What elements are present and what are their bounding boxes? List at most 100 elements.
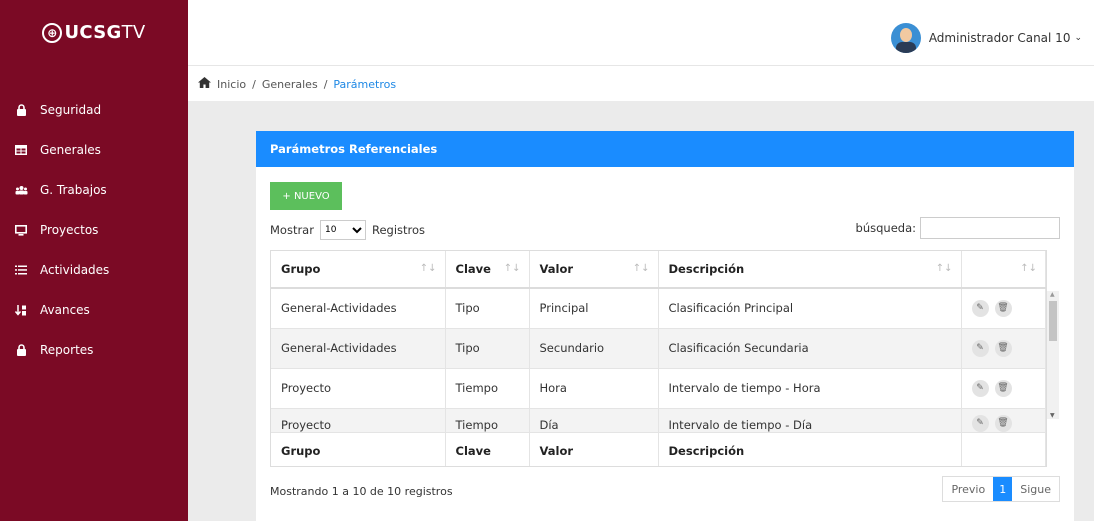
sidebar-item-label: Seguridad [40,103,102,117]
sidebar-item-reportes[interactable]: Reportes [0,330,188,370]
cell-valor: Hora [529,368,659,409]
edit-icon[interactable]: ✎ [971,299,989,317]
cell-valor: Principal [529,288,659,329]
footer-header-actions [961,431,1046,466]
scroll-up-icon[interactable]: ▲ [1050,291,1055,298]
table-row: General-Actividades Tipo Secundario Clas… [271,328,1046,369]
new-button[interactable]: + NUEVO [270,182,342,210]
edit-icon[interactable]: ✎ [971,379,989,397]
trash-icon[interactable]: 🗑 [994,299,1012,317]
breadcrumb-section[interactable]: Generales [262,78,318,91]
lock-icon [14,343,28,357]
trash-icon[interactable]: 🗑 [994,339,1012,357]
table-icon [14,143,28,157]
search-label: búsqueda: [855,221,916,235]
content-area: Parámetros Referenciales + NUEVO Mostrar… [188,101,1094,521]
cell-actions: ✎ 🗑 [961,408,1046,433]
sidebar-item-label: Actividades [40,263,110,277]
cell-grupo: Proyecto [271,408,446,433]
column-header-clave[interactable]: Clave ↑↓ [445,251,530,289]
cell-grupo: General-Actividades [271,328,446,369]
cell-clave: Tiempo [445,368,530,409]
column-header-descripcion[interactable]: Descripción ↑↓ [658,251,962,289]
footer-header-descripcion: Descripción [658,431,962,466]
table-row: Proyecto Tiempo Día Intervalo de tiempo … [271,408,1046,433]
scroll-down-icon[interactable]: ▼ [1050,412,1055,419]
sidebar-item-label: Reportes [40,343,94,357]
sidebar-item-label: G. Trabajos [40,183,107,197]
breadcrumb-current: Parámetros [333,77,397,91]
edit-icon[interactable]: ✎ [971,414,989,432]
column-header-grupo[interactable]: Grupo ↑↓ [271,251,446,289]
breadcrumb-home[interactable]: Inicio [217,78,246,91]
next-button[interactable]: Sigue [1012,477,1059,501]
parameters-card: Parámetros Referenciales + NUEVO Mostrar… [256,131,1074,521]
table-row: General-Actividades Tipo Principal Clasi… [271,288,1046,329]
sidebar-item-actividades[interactable]: Actividades [0,250,188,290]
scrollbar-thumb[interactable] [1049,301,1057,341]
monitor-icon [14,223,28,237]
sidebar: ⊕ UCSG TV Seguridad Generales G. Trabajos [0,0,188,521]
sort-icon: ↑↓ [632,263,650,274]
footer-header-clave: Clave [445,431,530,466]
top-bar: Administrador Canal 10 ⌄ [188,0,1094,66]
trash-icon[interactable]: 🗑 [994,414,1012,432]
home-icon[interactable] [198,77,211,91]
card-title: Parámetros Referenciales [256,131,1074,167]
sidebar-item-label: Proyectos [40,223,99,237]
records-label: Registros [371,223,426,237]
column-header-actions[interactable]: ↑↓ [961,251,1046,289]
cell-clave: Tipo [445,288,530,329]
sort-icon: ↑↓ [1020,263,1037,274]
cell-valor: Secundario [529,328,659,369]
list-icon [14,263,28,277]
user-name: Administrador Canal 10 [928,31,1071,45]
cell-clave: Tipo [445,328,530,369]
sidebar-item-generales[interactable]: Generales [0,130,188,170]
avatar [890,23,921,53]
sidebar-item-proyectos[interactable]: Proyectos [0,210,188,250]
cell-actions: ✎ 🗑 [961,328,1046,369]
search-control: búsqueda: [856,217,1060,239]
sidebar-item-label: Avances [40,303,90,317]
trash-icon[interactable]: 🗑 [994,379,1012,397]
cell-actions: ✎ 🗑 [961,368,1046,409]
brand-mark-icon: ⊕ [42,22,63,43]
pagination: Previo 1 Sigue [942,476,1060,502]
brand-logo[interactable]: ⊕ UCSG TV [0,0,188,65]
chevron-down-icon: ⌄ [1074,33,1082,43]
sidebar-item-label: Generales [40,143,101,157]
sort-icon: ↑↓ [419,263,437,274]
brand-suffix: TV [121,22,146,43]
prev-button[interactable]: Previo [943,477,993,501]
cell-clave: Tiempo [445,408,530,433]
sidebar-item-seguridad[interactable]: Seguridad [0,90,188,130]
breadcrumb-separator: / [323,77,328,91]
cell-descripcion: Clasificación Secundaria [658,328,962,369]
show-label: Mostrar [270,223,314,237]
cell-descripcion: Intervalo de tiempo - Día [658,408,962,433]
search-input[interactable] [920,217,1060,239]
footer-header-valor: Valor [529,431,659,466]
page-size-select[interactable]: 10 [319,220,366,240]
sidebar-item-g-trabajos[interactable]: G. Trabajos [0,170,188,210]
records-info: Mostrando 1 a 10 de 10 registros [270,485,453,498]
edit-icon[interactable]: ✎ [971,339,989,357]
breadcrumb: Inicio / Generales / Parámetros [188,67,1094,101]
column-header-valor[interactable]: Valor ↑↓ [529,251,659,289]
cell-grupo: Proyecto [271,368,446,409]
cell-valor: Día [529,408,659,433]
parameters-table: Grupo ↑↓ Clave ↑↓ Valor ↑↓ Descripción ↑↓ ↑↓… [270,250,1047,467]
sort-numeric-icon [14,303,28,317]
sort-icon: ↑↓ [503,263,521,274]
sidebar-item-avances[interactable]: Avances [0,290,188,330]
page-button[interactable]: 1 [993,477,1013,501]
footer-header-grupo: Grupo [271,431,446,466]
lock-icon [14,103,28,117]
cell-grupo: General-Actividades [271,288,446,329]
users-icon [14,183,28,197]
table-scrollbar[interactable]: ▲ ▼ [1047,291,1059,419]
cell-actions: ✎ 🗑 [961,288,1046,329]
user-menu[interactable]: Administrador Canal 10 ⌄ [890,23,1082,53]
sort-icon: ↑↓ [935,263,953,274]
